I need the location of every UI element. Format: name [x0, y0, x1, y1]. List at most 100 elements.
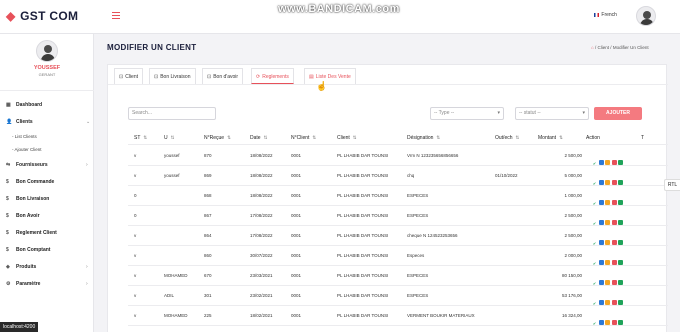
delete-icon[interactable]	[611, 260, 617, 265]
sidebar-item-fournisseurs[interactable]: ⇆ Fournisseurs ›	[6, 162, 88, 168]
table-row[interactable]: v MOHAMED 670 23/03/2021 0001 PL LHABIB DAR T…	[128, 266, 668, 286]
table-row[interactable]: v 864 17/08/2022 0001 PL LHABIB DAR TOUNSI ch…	[128, 226, 668, 246]
print-icon[interactable]	[618, 220, 623, 225]
view-icon[interactable]	[598, 300, 604, 305]
cell-st: v	[134, 173, 137, 178]
sidebar-item-bon-livraison[interactable]: $ Bon Livraison	[6, 196, 49, 202]
check-icon[interactable]: ✔	[592, 321, 597, 326]
delete-icon[interactable]	[611, 160, 617, 165]
cell-client: PL LHABIB DAR TOUNSI	[337, 293, 389, 298]
sidebar-item-parametre[interactable]: ⚙ Paramètre ›	[6, 281, 88, 287]
sort-icon: ⇅	[143, 135, 148, 140]
edit-icon[interactable]	[605, 320, 610, 325]
cell-user: youssef	[164, 173, 180, 178]
delete-icon[interactable]	[611, 180, 617, 185]
sidebar-subitem-list-clients[interactable]: - List Clients	[12, 134, 37, 139]
language-selector[interactable]: French	[594, 12, 617, 18]
user-avatar[interactable]	[636, 6, 656, 26]
column-header-u[interactable]: U ⇅	[164, 135, 174, 141]
view-icon[interactable]	[598, 220, 604, 225]
column-header-action: Action	[586, 135, 600, 141]
column-header-outech[interactable]: Out/ech ⇅	[495, 135, 519, 141]
print-icon[interactable]	[618, 180, 623, 185]
column-header-client[interactable]: Client ⇅	[337, 135, 357, 141]
print-icon[interactable]	[618, 300, 623, 305]
edit-icon[interactable]	[605, 260, 610, 265]
header-label: Action	[586, 135, 600, 141]
rtl-toggle[interactable]: RTL	[664, 179, 680, 191]
add-button[interactable]: AJOUTER	[594, 107, 642, 120]
edit-icon[interactable]	[605, 240, 610, 245]
user-icon: 👤	[6, 119, 13, 125]
view-icon[interactable]	[598, 240, 604, 245]
print-icon[interactable]	[618, 280, 623, 285]
product-icon: ◈	[6, 264, 10, 270]
table-row[interactable]: v 860 30/07/2022 0001 PL LHABIB DAR TOUNSI Es…	[128, 246, 668, 266]
print-icon[interactable]	[618, 320, 623, 325]
breadcrumb-item-client[interactable]: Client	[598, 45, 610, 50]
sidebar-item-bon-comptant[interactable]: $ Bon Comptant	[6, 247, 50, 253]
search-input[interactable]: Search...	[128, 107, 216, 120]
table-row[interactable]: v MOHAMED 225 18/02/2021 0001 PL LHABIB DAR T…	[128, 306, 668, 326]
dollar-icon: $	[6, 230, 9, 236]
edit-icon[interactable]	[605, 280, 610, 285]
delete-icon[interactable]	[611, 240, 617, 245]
delete-icon[interactable]	[611, 220, 617, 225]
home-icon[interactable]: ⌂	[591, 45, 594, 50]
sidebar-subitem-add-client[interactable]: - Ajouter Client	[12, 147, 42, 152]
print-icon[interactable]	[618, 260, 623, 265]
tab-liste-des-vente[interactable]: ▤ Liste Des Vente	[304, 68, 356, 84]
print-icon[interactable]	[618, 200, 623, 205]
column-header-date[interactable]: Date ⇅	[250, 135, 267, 141]
view-icon[interactable]	[598, 180, 604, 185]
sidebar-item-produits[interactable]: ◈ Produits ›	[6, 264, 88, 270]
type-select[interactable]: -- Type -- ▾	[430, 107, 504, 120]
statut-select[interactable]: -- statut -- ▾	[515, 107, 589, 120]
form-icon: ⊡	[119, 74, 124, 80]
sidebar-item-dashboard[interactable]: ▦ Dashboard	[6, 102, 42, 108]
menu-toggle-icon[interactable]	[112, 12, 120, 19]
sidebar-item-bon-avoir[interactable]: $ Bon Avoir	[6, 213, 40, 219]
cell-outech: 01/10/2022	[495, 173, 518, 178]
cell-date: 18/08/2022	[250, 193, 273, 198]
delete-icon[interactable]	[611, 320, 617, 325]
column-header-st[interactable]: ST ⇅	[134, 135, 147, 141]
recording-watermark: www.BANDICAM.com	[278, 3, 400, 15]
column-header-montant[interactable]: Montant ⇅	[538, 135, 563, 141]
column-header-designation[interactable]: Désignation ⇅	[407, 135, 440, 141]
delete-icon[interactable]	[611, 300, 617, 305]
column-header-recu[interactable]: N°Reçue ⇅	[204, 135, 231, 141]
delete-icon[interactable]	[611, 200, 617, 205]
view-icon[interactable]	[598, 260, 604, 265]
table-row[interactable]: 0 867 17/08/2022 0001 PL LHABIB DAR TOUNSI ES…	[128, 206, 668, 226]
print-icon[interactable]	[618, 240, 623, 245]
edit-icon[interactable]	[605, 200, 610, 205]
table-row[interactable]: v youssef 870 18/08/2022 0001 PL LHABIB DAR T…	[128, 146, 668, 166]
edit-icon[interactable]	[605, 300, 610, 305]
cell-recu: 867	[204, 213, 212, 218]
view-icon[interactable]	[598, 280, 604, 285]
tab-bon-livraison[interactable]: ⊡ Bon Livraison	[149, 68, 196, 84]
sidebar-item-clients[interactable]: 👤 Clients ⌄	[6, 119, 90, 125]
tab-reglements[interactable]: ⟳ Reglements	[251, 68, 294, 84]
view-icon[interactable]	[598, 320, 604, 325]
column-header-nclient[interactable]: N°Client ⇅	[291, 135, 316, 141]
view-icon[interactable]	[598, 200, 604, 205]
sidebar-item-label: Bon Avoir	[16, 213, 40, 219]
print-icon[interactable]	[618, 160, 623, 165]
view-icon[interactable]	[598, 160, 604, 165]
table-row[interactable]: v ADIL 301 23/02/2021 0001 PL LHABIB DAR TOUN…	[128, 286, 668, 306]
table-row[interactable]: v youssef 869 18/08/2022 0001 PL LHABIB DAR T…	[128, 166, 668, 186]
edit-icon[interactable]	[605, 160, 610, 165]
sidebar-item-bon-commande[interactable]: $ Bon Commande	[6, 179, 54, 185]
sidebar-item-reglement-client[interactable]: $ Reglement Client	[6, 230, 57, 236]
edit-icon[interactable]	[605, 220, 610, 225]
edit-icon[interactable]	[605, 180, 610, 185]
delete-icon[interactable]	[611, 280, 617, 285]
app-logo[interactable]: ◆ GST COM	[6, 9, 78, 23]
tab-bon-avoir[interactable]: ⊡ Bon d'avoir	[202, 68, 244, 84]
cell-designation: VERMENT BOUKIR MATERIAUX	[407, 313, 475, 318]
tab-client[interactable]: ⊡ Client	[114, 68, 143, 84]
browser-status-url: localhost:4200	[0, 322, 39, 332]
table-row[interactable]: 0 868 18/08/2022 0001 PL LHABIB DAR TOUNSI ES…	[128, 186, 668, 206]
